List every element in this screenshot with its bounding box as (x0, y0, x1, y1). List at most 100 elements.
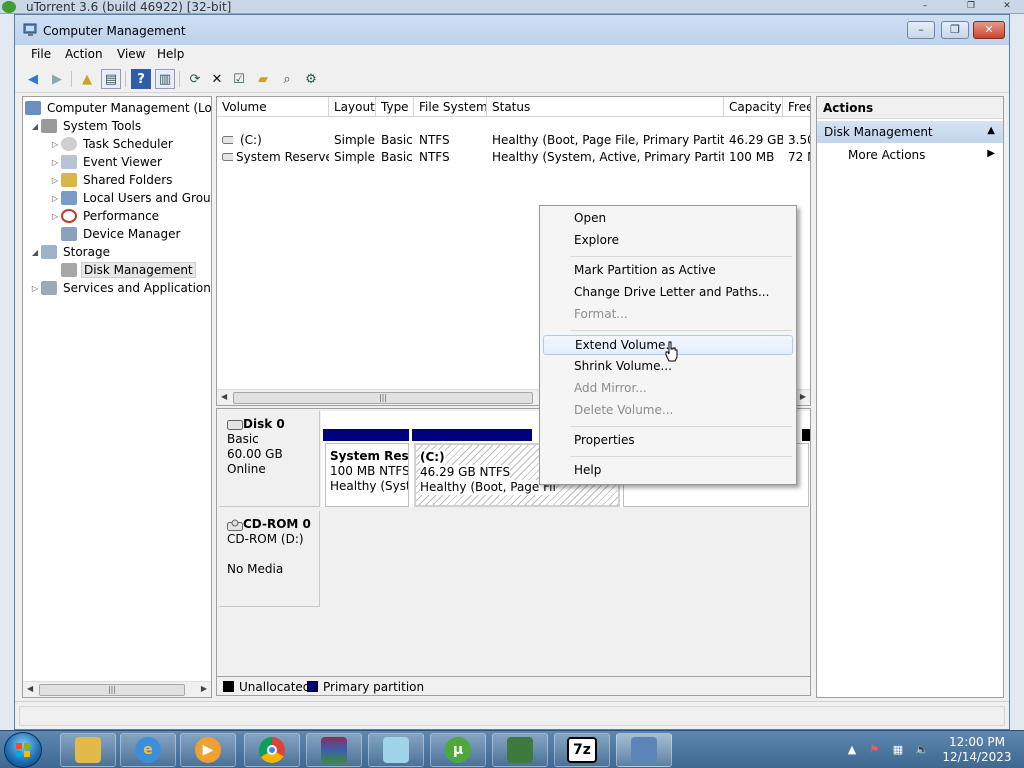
volume-capacity: 100 MB (729, 150, 775, 164)
menu-item-explore[interactable]: Explore (543, 231, 793, 251)
show-hide-tree-icon[interactable]: ▤ (101, 69, 121, 89)
start-button[interactable] (4, 732, 42, 768)
background-maximize-button[interactable]: ❐ (958, 1, 984, 13)
title-bar[interactable]: Computer Management – ❐ ✕ (15, 15, 1009, 45)
partition-header-system-reserved (323, 429, 409, 441)
minimize-button[interactable]: – (907, 21, 935, 39)
column-header-free[interactable]: Free (783, 97, 810, 117)
menu-view[interactable]: View (113, 47, 149, 61)
column-header-type[interactable]: Type (376, 97, 414, 117)
scroll-right-icon[interactable]: ▶ (201, 684, 207, 693)
back-icon[interactable]: ◀ (23, 69, 43, 89)
tree-item-system-tools[interactable]: ◢ System Tools (29, 117, 143, 135)
tree-item-shared-folders[interactable]: ▷ Shared Folders (49, 171, 174, 189)
properties-icon[interactable]: ☑ (229, 69, 249, 89)
taskbar-notepad[interactable] (368, 733, 424, 767)
taskbar-computer-management[interactable] (616, 733, 672, 767)
tree-item-computer-management[interactable]: Computer Management (Local (25, 99, 211, 117)
taskbar-winrar[interactable] (306, 733, 362, 767)
background-window-left-edge (0, 14, 14, 730)
file-explorer-icon (75, 737, 101, 763)
menu-file[interactable]: File (27, 47, 55, 61)
volume-file-system: NTFS (419, 150, 450, 164)
menu-item-add-mirror: Add Mirror... (574, 381, 647, 395)
tree-item-disk-management[interactable]: Disk Management (61, 261, 196, 279)
column-header-layout[interactable]: Layout (329, 97, 376, 117)
scrollbar-thumb[interactable]: ||| (233, 392, 533, 404)
menu-item-help[interactable]: Help (543, 461, 793, 481)
background-window-titlebar[interactable]: uTorrent 3.6 (build 46922) [32-bit] – ❐ … (0, 0, 1024, 14)
taskbar-chrome[interactable] (244, 733, 300, 767)
tree-item-storage[interactable]: ◢ Storage (29, 243, 112, 261)
column-header-capacity[interactable]: Capacity (724, 97, 783, 117)
menu-help[interactable]: Help (153, 47, 188, 61)
primary-partition-swatch (307, 681, 318, 692)
cdrom-0-state: No Media (227, 562, 284, 576)
expand-arrow-icon[interactable]: ▷ (49, 176, 61, 185)
show-hidden-icons-icon[interactable]: ▲ (845, 743, 859, 757)
maximize-button[interactable]: ❐ (941, 21, 969, 39)
partition-system-reserved[interactable]: System Reser 100 MB NTFS Healthy (Syste (325, 443, 409, 507)
tree-horizontal-scrollbar[interactable]: ◀ ||| ▶ (23, 681, 211, 697)
help-icon[interactable]: ? (131, 69, 151, 89)
disk-legend: Unallocated Primary partition (216, 676, 811, 696)
event-viewer-icon (61, 155, 77, 169)
expand-arrow-icon[interactable]: ▷ (49, 194, 61, 203)
expand-arrow-icon[interactable]: ▷ (49, 158, 61, 167)
taskbar-7zip[interactable]: 7z (554, 733, 610, 767)
forward-icon[interactable]: ▶ (47, 69, 67, 89)
background-close-button[interactable]: ✕ (994, 1, 1020, 13)
menu-item-open[interactable]: Open (543, 209, 793, 229)
cdrom-0-label[interactable]: CD-ROM 0 CD-ROM (D:) No Media (219, 511, 320, 607)
volume-layout: Simple (334, 150, 375, 164)
menu-item-change-drive-letter[interactable]: Change Drive Letter and Paths... (543, 283, 793, 303)
tree-item-device-manager[interactable]: Device Manager (61, 225, 182, 243)
taskbar: e ▶ µ 7z ▲ ⚑ ▦ 🔈 12:00 PM 12/14/2023 (0, 730, 1024, 768)
taskbar-internet-explorer[interactable]: e (120, 733, 176, 767)
up-folder-icon[interactable]: ▲ (77, 69, 97, 89)
refresh-icon[interactable]: ⟳ (185, 69, 205, 89)
settings-icon[interactable]: ⚙ (301, 69, 321, 89)
delete-icon[interactable]: ✕ (207, 69, 227, 89)
scroll-left-icon[interactable]: ◀ (221, 392, 227, 401)
show-hide-action-pane-icon[interactable]: ▥ (155, 69, 175, 89)
taskbar-utorrent[interactable]: µ (430, 733, 486, 767)
menu-action[interactable]: Action (61, 47, 107, 61)
taskbar-file-explorer[interactable] (60, 733, 116, 767)
column-header-status[interactable]: Status (487, 97, 724, 117)
expand-arrow-icon[interactable]: ▷ (29, 284, 41, 293)
background-minimize-button[interactable]: – (912, 1, 938, 13)
open-icon[interactable]: ▰ (253, 69, 273, 89)
scrollbar-thumb[interactable]: ||| (39, 684, 185, 696)
close-button[interactable]: ✕ (973, 21, 1005, 39)
collapse-arrow-icon[interactable]: ◢ (29, 248, 41, 257)
collapse-arrow-icon[interactable]: ◢ (29, 122, 41, 131)
menu-item-properties[interactable]: Properties (543, 431, 793, 451)
column-header-file-system[interactable]: File System (414, 97, 487, 117)
tree-item-local-users[interactable]: ▷ Local Users and Groups (49, 189, 211, 207)
taskbar-media-player[interactable]: ▶ (180, 733, 236, 767)
actions-pane: Actions Disk Management ▲ More Actions ▶ (816, 96, 1004, 698)
volume-muted-icon[interactable]: 🔈 (915, 743, 929, 757)
action-center-icon[interactable]: ⚑ (867, 743, 881, 757)
clock[interactable]: 12:00 PM 12/14/2023 (935, 735, 1019, 765)
tree-item-event-viewer[interactable]: ▷ Event Viewer (49, 153, 164, 171)
more-actions[interactable]: More Actions ▶ (817, 145, 1003, 165)
partition-status: Healthy (Boot, Page Fil (420, 480, 556, 495)
toolbar: ◀ ▶ ▲ ▤ ? ▥ ⟳ ✕ ☑ ▰ ⌕ ⚙ (15, 65, 1009, 93)
scroll-left-icon[interactable]: ◀ (27, 684, 33, 693)
actions-section-disk-management[interactable]: Disk Management ▲ (817, 121, 1003, 143)
scroll-right-icon[interactable]: ▶ (800, 392, 806, 401)
tree-item-performance[interactable]: ▷ Performance (49, 207, 161, 225)
disk-0-label[interactable]: Disk 0 Basic 60.00 GB Online (219, 411, 320, 507)
tree-item-services-applications[interactable]: ▷ Services and Applications (29, 279, 211, 297)
expand-arrow-icon[interactable]: ▷ (49, 212, 61, 221)
column-header-volume[interactable]: Volume (217, 97, 329, 117)
search-disk-icon[interactable]: ⌕ (277, 69, 297, 89)
network-icon[interactable]: ▦ (891, 743, 905, 757)
taskbar-network-card[interactable] (492, 733, 548, 767)
tree-item-task-scheduler[interactable]: ▷ Task Scheduler (49, 135, 175, 153)
expand-arrow-icon[interactable]: ▷ (49, 140, 61, 149)
menu-item-mark-active[interactable]: Mark Partition as Active (543, 261, 793, 281)
collapse-up-icon[interactable]: ▲ (987, 125, 995, 136)
